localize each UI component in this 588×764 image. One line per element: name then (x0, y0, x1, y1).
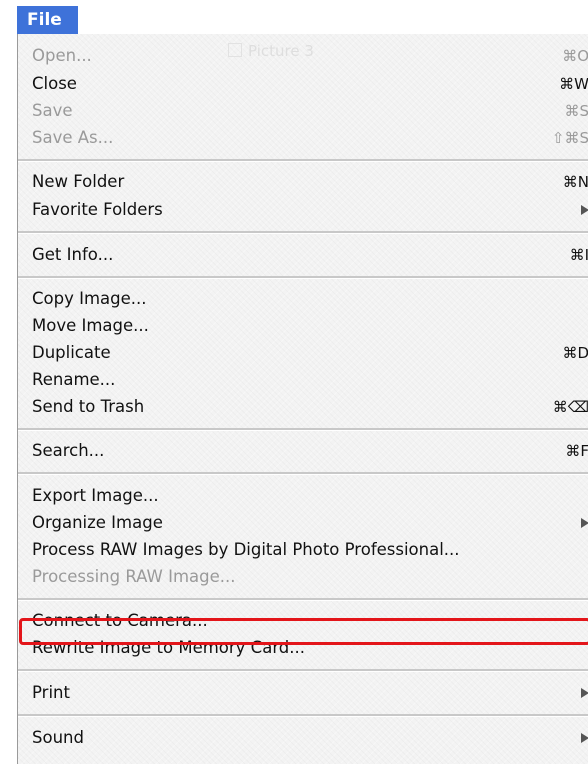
menu-item-shortcut: ⌘W (559, 75, 588, 93)
red-highlight-annotation (19, 618, 588, 645)
menu-item-save[interactable]: Save ⌘S (18, 97, 588, 125)
menu-item-export-image[interactable]: Export Image... (18, 482, 588, 510)
menu-separator (18, 598, 588, 601)
menu-item-label: Copy Image... (32, 289, 147, 308)
menu-item-save-as[interactable]: Save As... ⇧⌘S (18, 124, 588, 152)
menu-item-label: Sound (32, 728, 84, 747)
menu-item-label: Send to Trash (32, 397, 145, 416)
menu-item-process-raw-dpp[interactable]: Process RAW Images by Digital Photo Prof… (18, 536, 588, 564)
menu-item-label: Get Info... (32, 245, 114, 264)
screenshot: File Picture 3 Open... ⌘O Close ⌘W Save … (0, 0, 588, 764)
menu-item-send-to-trash[interactable]: Send to Trash ⌘⌫ (18, 393, 588, 421)
menu-item-label: Save As... (32, 128, 114, 147)
submenu-arrow-icon (581, 688, 588, 698)
menu-separator (18, 428, 588, 431)
menu-item-label: Favorite Folders (32, 200, 163, 219)
menu-item-label: Print (32, 683, 70, 702)
menu-separator (18, 669, 588, 672)
menu-separator (18, 231, 588, 234)
submenu-arrow-icon (581, 733, 588, 743)
menu-item-label: Processing RAW Image... (32, 567, 236, 586)
menu-separator (18, 472, 588, 475)
menu-item-shortcut: ⌘S (564, 102, 588, 120)
menu-item-close[interactable]: Close ⌘W (18, 70, 588, 98)
menu-item-label: New Folder (32, 172, 125, 191)
menu-bar: File (0, 0, 588, 34)
menu-item-copy-image[interactable]: Copy Image... (18, 285, 588, 313)
menu-item-shortcut: ⌘I (569, 246, 588, 264)
menu-item-label: Rename... (32, 370, 116, 389)
menu-item-move-image[interactable]: Move Image... (18, 312, 588, 340)
menu-item-new-folder[interactable]: New Folder ⌘N (18, 168, 588, 196)
menu-item-duplicate[interactable]: Duplicate ⌘D (18, 339, 588, 367)
menu-item-shortcut: ⇧⌘S (551, 129, 588, 147)
menu-separator (18, 714, 588, 717)
menu-item-sound[interactable]: Sound (18, 724, 588, 752)
menu-item-shortcut: ⌘⌫ (552, 398, 588, 416)
file-menu-title[interactable]: File (17, 6, 78, 34)
menu-item-label: Organize Image (32, 513, 163, 532)
menu-item-label: Duplicate (32, 343, 111, 362)
menu-item-print[interactable]: Print (18, 679, 588, 707)
menu-item-processing-raw-image[interactable]: Processing RAW Image... (18, 563, 588, 591)
menu-separator (18, 159, 588, 162)
menu-item-rename[interactable]: Rename... (18, 366, 588, 394)
submenu-arrow-icon (581, 518, 588, 528)
file-menu-dropdown: Picture 3 Open... ⌘O Close ⌘W Save ⌘S Sa… (17, 34, 588, 764)
submenu-arrow-icon (581, 205, 588, 215)
menu-item-shortcut: ⌘O (562, 47, 588, 65)
menu-item-label: Save (32, 101, 73, 120)
menu-item-organize-image[interactable]: Organize Image (18, 509, 588, 537)
menu-item-shortcut: ⌘N (562, 173, 588, 191)
menu-item-shortcut: ⌘F (565, 442, 588, 460)
menu-item-label: Close (32, 74, 77, 93)
menu-item-label: Open... (32, 46, 92, 65)
menu-item-label: Export Image... (32, 486, 159, 505)
menu-item-get-info[interactable]: Get Info... ⌘I (18, 241, 588, 269)
menu-item-favorite-folders[interactable]: Favorite Folders (18, 196, 588, 224)
menu-item-label: Move Image... (32, 316, 149, 335)
menu-item-label: Process RAW Images by Digital Photo Prof… (32, 540, 460, 559)
menu-item-label: Search... (32, 441, 105, 460)
menu-item-search[interactable]: Search... ⌘F (18, 437, 588, 465)
menu-separator (18, 276, 588, 279)
menu-item-shortcut: ⌘D (562, 344, 588, 362)
menu-item-open[interactable]: Open... ⌘O (18, 42, 588, 70)
